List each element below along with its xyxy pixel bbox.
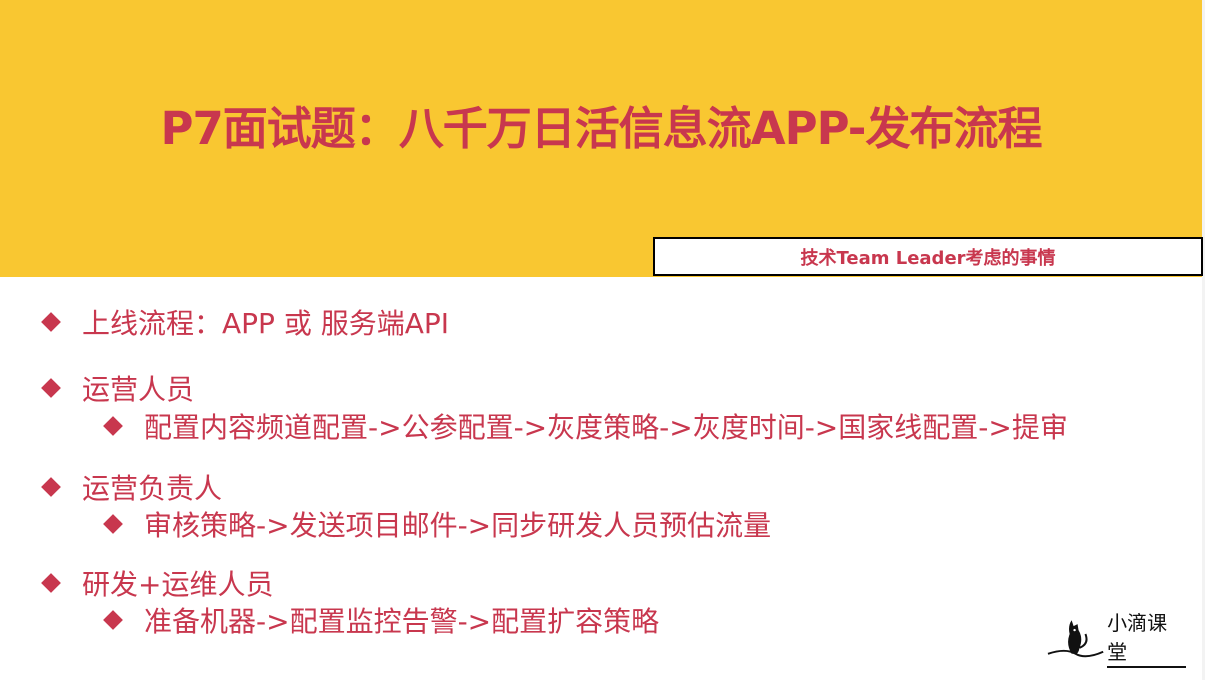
cat-silhouette-icon: [1047, 620, 1104, 658]
sub-list-item: 准备机器->配置监控告警->配置扩容策略: [103, 600, 660, 640]
diamond-bullet-icon: [41, 378, 61, 398]
sub-list-item: 审核策略->发送项目邮件->同步研发人员预估流量: [103, 504, 772, 544]
diamond-bullet-icon: [103, 416, 123, 436]
list-item-text: 上线流程：APP 或 服务端API: [82, 307, 450, 340]
list-item: 运营负责人: [41, 467, 223, 507]
brand-logo-text: 小滴课堂: [1107, 607, 1186, 668]
sub-list-item-text: 审核策略->发送项目邮件->同步研发人员预估流量: [144, 509, 772, 542]
slide: P7面试题：八千万日活信息流APP-发布流程 技术Team Leader考虑的事…: [0, 0, 1205, 680]
diamond-bullet-icon: [41, 477, 61, 497]
sub-list-item: 配置内容频道配置->公参配置->灰度策略->灰度时间->国家线配置->提审: [103, 406, 1068, 446]
list-item: 上线流程：APP 或 服务端API: [41, 302, 450, 342]
topic-tag-label: 技术Team Leader考虑的事情: [800, 247, 1056, 269]
brand-logo: 小滴课堂: [1046, 611, 1186, 668]
list-item: 研发+运维人员: [41, 563, 274, 603]
diamond-bullet-icon: [41, 573, 61, 593]
topic-tag: 技术Team Leader考虑的事情: [653, 237, 1203, 276]
diamond-bullet-icon: [41, 312, 61, 332]
list-item-text: 运营人员: [82, 373, 195, 406]
diamond-bullet-icon: [103, 610, 123, 630]
sub-list-item-text: 配置内容频道配置->公参配置->灰度策略->灰度时间->国家线配置->提审: [144, 411, 1068, 444]
slide-title: P7面试题：八千万日活信息流APP-发布流程: [160, 102, 1043, 155]
sub-list-item-text: 准备机器->配置监控告警->配置扩容策略: [144, 605, 660, 638]
list-item-text: 运营负责人: [82, 472, 223, 505]
list-item-text: 研发+运维人员: [82, 568, 274, 601]
diamond-bullet-icon: [103, 514, 123, 534]
list-item: 运营人员: [41, 368, 195, 408]
